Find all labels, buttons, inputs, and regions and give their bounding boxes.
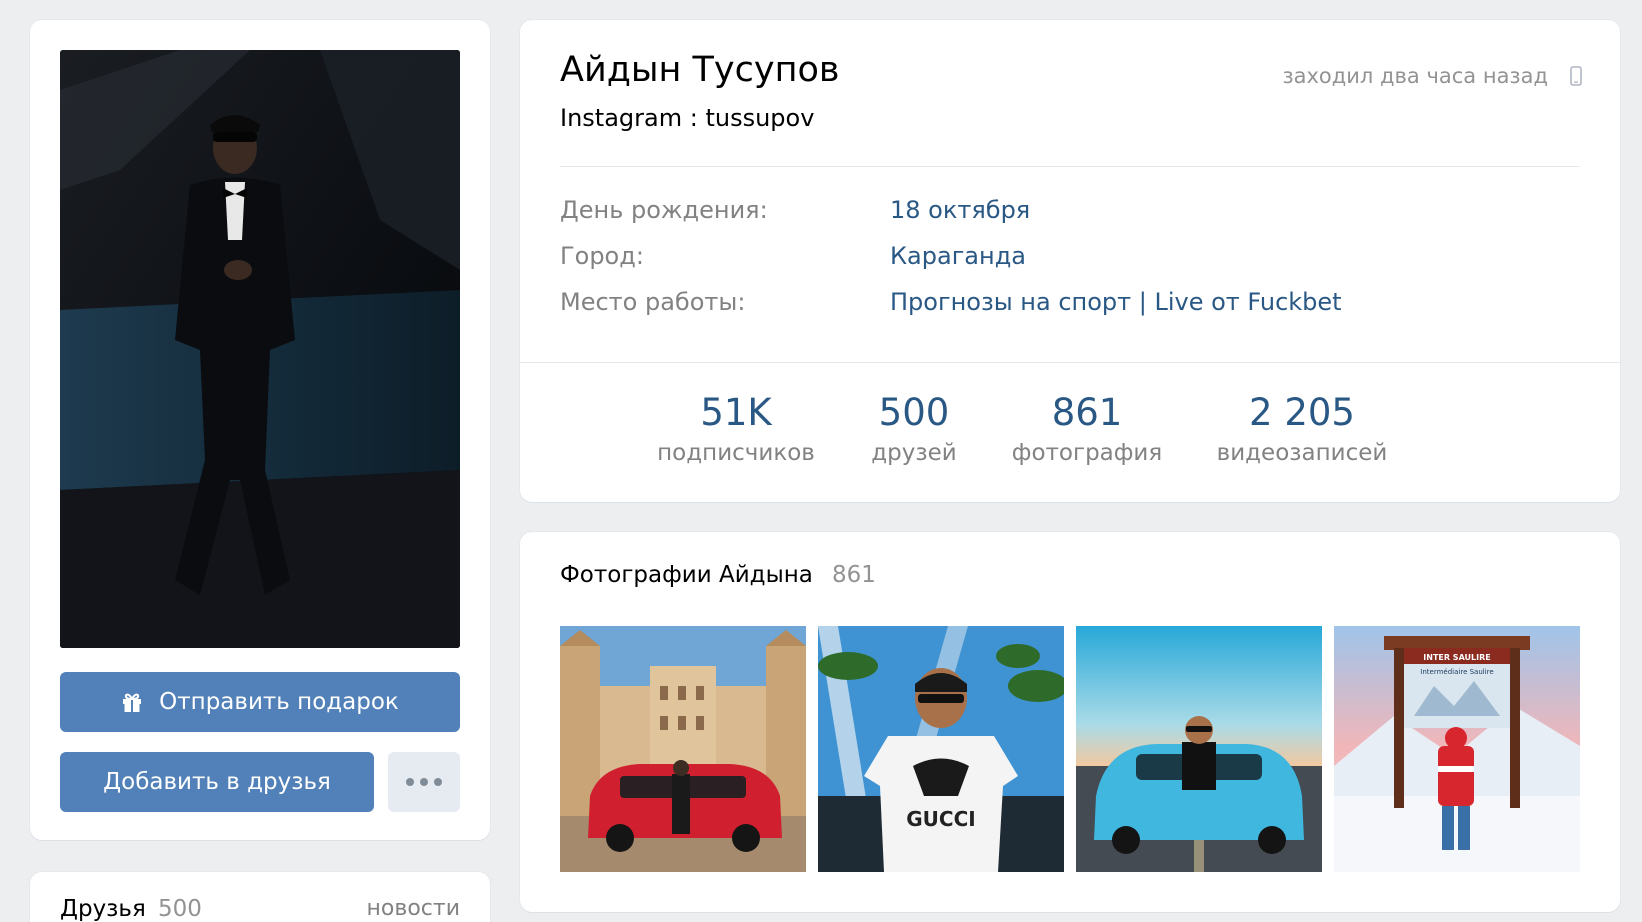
stat-followers[interactable]: 51K подписчиков [657, 391, 815, 467]
profile-status: Instagram : tussupov [560, 104, 815, 132]
stat-videos[interactable]: 2 205 видеозаписей [1216, 391, 1388, 467]
more-dots-icon [406, 778, 442, 786]
gift-icon [121, 691, 143, 713]
sign-subtext: Intermédiaire Saulire [1420, 668, 1493, 676]
stat-friends-label: друзей [871, 440, 957, 466]
stat-photos[interactable]: 861 фотография [1011, 391, 1163, 467]
last-seen-text: заходил два часа назад [1282, 64, 1548, 88]
send-gift-button[interactable]: Отправить подарок [60, 672, 460, 732]
photo-thumb[interactable] [560, 626, 806, 872]
workplace-label: Место работы: [560, 288, 746, 316]
stats-divider [520, 362, 1620, 363]
profile-page: Отправить подарок Добавить в друзья Друз… [0, 0, 1642, 922]
add-friend-label: Добавить в друзья [103, 769, 331, 795]
photos-count: 861 [832, 562, 876, 588]
friends-title[interactable]: Друзья [60, 896, 146, 922]
photos-title[interactable]: Фотографии Айдына [560, 562, 813, 588]
profile-info-card: Айдын Тусупов Instagram : tussupov заход… [520, 20, 1620, 502]
more-actions-button[interactable] [388, 752, 460, 812]
stat-videos-label: видеозаписей [1216, 440, 1388, 466]
mobile-phone-icon [1570, 66, 1582, 90]
friends-card: Друзья 500 новости [30, 872, 490, 922]
photos-card: Фотографии Айдына 861 GUCCI INTER SAULIR… [520, 532, 1620, 912]
stat-photos-value: 861 [1051, 391, 1123, 434]
stat-friends[interactable]: 500 друзей [871, 391, 957, 467]
profile-divider [560, 166, 1580, 167]
friends-count: 500 [158, 896, 202, 922]
friends-news-link[interactable]: новости [367, 896, 460, 921]
city-label: Город: [560, 242, 644, 270]
profile-name: Айдын Тусупов [560, 50, 840, 90]
avatar-card: Отправить подарок Добавить в друзья [30, 20, 490, 840]
photo-thumb[interactable]: GUCCI [818, 626, 1064, 872]
birthday-label: День рождения: [560, 196, 768, 224]
add-friend-button[interactable]: Добавить в друзья [60, 752, 374, 812]
birthday-value[interactable]: 18 октября [890, 196, 1030, 224]
photo-thumb[interactable] [1076, 626, 1322, 872]
stat-friends-value: 500 [878, 391, 950, 434]
photo-thumb[interactable]: INTER SAULIRE Intermédiaire Saulire [1334, 626, 1580, 872]
city-value[interactable]: Караганда [890, 242, 1026, 270]
profile-photo[interactable] [60, 50, 460, 648]
sign-text: INTER SAULIRE [1423, 653, 1490, 662]
shirt-text: GUCCI [906, 807, 975, 831]
stat-followers-value: 51K [700, 391, 772, 434]
stat-followers-label: подписчиков [657, 440, 815, 466]
stat-videos-value: 2 205 [1249, 391, 1355, 434]
stat-photos-label: фотография [1011, 440, 1163, 466]
workplace-value[interactable]: Прогнозы на спорт | Live от Fuckbet [890, 288, 1342, 316]
send-gift-label: Отправить подарок [159, 689, 399, 715]
